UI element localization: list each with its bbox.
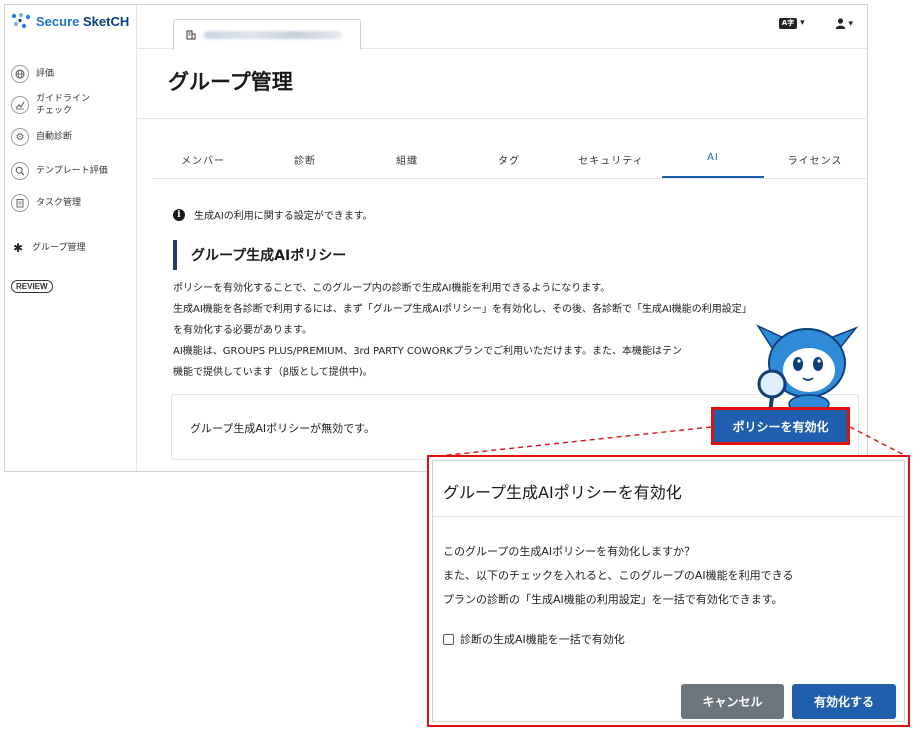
sidebar-item-guideline-check[interactable]: ガイドライン チェック: [11, 93, 90, 117]
sidebar-item-label: ガイドライン チェック: [36, 94, 91, 116]
description-line-2: 生成AI機能を各診断で利用するには、まず「グループ生成AIポリシー」を有効化し、…: [173, 304, 752, 315]
chevron-down-icon: ▾: [848, 19, 853, 29]
description-line-1: ポリシーを有効化することで、このグループ内の診断で生成AI機能を利用できるように…: [173, 283, 611, 294]
globe-icon: [11, 65, 29, 83]
logo[interactable]: Secure SketCH: [11, 13, 129, 29]
description-line-5: 機能で提供しています（β版として提供中)。: [173, 367, 373, 378]
sidebar-item-label: 評価: [36, 69, 55, 79]
chevron-down-icon: ▾: [800, 18, 805, 28]
tab-security[interactable]: セキュリティ: [560, 141, 662, 178]
logo-text: Secure SketCH: [36, 13, 130, 29]
tab-organization[interactable]: 組織: [356, 141, 458, 178]
modal-header: グループ生成AIポリシーを有効化: [433, 461, 904, 517]
modal-text-line-2: また、以下のチェックを入れると、このグループのAI機能を利用できる: [443, 569, 794, 582]
review-badge[interactable]: REVIEW: [11, 280, 53, 293]
file-tab[interactable]: [173, 19, 361, 50]
language-menu[interactable]: A字 ▾: [778, 18, 805, 29]
sidebar-item-label: グループ管理: [32, 243, 86, 253]
modal-text-line-3: プランの診断の「生成AI機能の利用設定」を一括で有効化できます。: [443, 593, 783, 606]
sidebar-item-evaluation[interactable]: 評価: [11, 65, 54, 83]
section-title: グループ生成AIポリシー: [173, 240, 346, 270]
tab-diagnosis[interactable]: 診断: [254, 141, 356, 178]
confirm-enable-button[interactable]: 有効化する: [792, 684, 896, 719]
sidebar: Secure SketCH 評価 ガイドライン チェック ⚙ 自動診断 テンプレー…: [5, 5, 137, 471]
bulk-enable-checkbox-label: 診断の生成AI機能を一括で有効化: [460, 633, 625, 646]
tab-ai[interactable]: AI: [662, 141, 764, 178]
cog-icon: ✱: [12, 241, 24, 255]
info-text: 生成AIの利用に関する設定ができます。: [194, 211, 373, 222]
sidebar-item-label: テンプレート評価: [36, 166, 108, 176]
blurred-file-name: [204, 31, 342, 39]
sidebar-item-group-management[interactable]: ✱ グループ管理: [11, 241, 86, 255]
user-icon: [835, 18, 845, 29]
chart-icon: [11, 96, 29, 114]
language-icon: A字: [778, 18, 798, 29]
sidebar-item-task-management[interactable]: タスク管理: [11, 194, 81, 212]
clipboard-icon: [11, 194, 29, 212]
tab-bar: メンバー 診断 組織 タグ セキュリティ AI ライセンス: [152, 141, 866, 179]
tab-license[interactable]: ライセンス: [764, 141, 866, 178]
modal-highlight-frame: グループ生成AIポリシーを有効化 このグループの生成AIポリシーを有効化しますか…: [427, 455, 910, 727]
gear-icon: ⚙: [11, 128, 29, 146]
tab-members[interactable]: メンバー: [152, 141, 254, 178]
user-menu[interactable]: ▾: [835, 18, 853, 29]
search-icon: [11, 162, 29, 180]
enable-policy-button[interactable]: ポリシーを有効化: [711, 407, 850, 445]
logo-icon: [11, 13, 31, 29]
bulk-enable-checkbox-row[interactable]: 診断の生成AI機能を一括で有効化: [443, 631, 625, 647]
modal-text-line-1: このグループの生成AIポリシーを有効化しますか？: [443, 545, 696, 558]
sidebar-item-auto-diagnosis[interactable]: ⚙ 自動診断: [11, 128, 72, 146]
mascot-illustration: [755, 324, 859, 414]
title-divider: [137, 118, 868, 119]
sidebar-item-label: 自動診断: [36, 132, 73, 142]
cancel-button[interactable]: キャンセル: [681, 684, 784, 719]
top-bar: A字 ▾ ▾: [138, 5, 867, 50]
building-icon: [186, 30, 196, 40]
sidebar-item-label: タスク管理: [36, 198, 82, 208]
enable-policy-modal: グループ生成AIポリシーを有効化 このグループの生成AIポリシーを有効化しますか…: [432, 460, 905, 722]
info-message: i 生成AIの利用に関する設定ができます。: [173, 207, 373, 222]
policy-status-text: グループ生成AIポリシーが無効です。: [190, 422, 376, 435]
tab-tags[interactable]: タグ: [458, 141, 560, 178]
top-icons: A字 ▾ ▾: [778, 18, 853, 29]
bulk-enable-checkbox[interactable]: [443, 633, 454, 645]
info-icon: i: [173, 208, 185, 221]
page-title: グループ管理: [168, 70, 293, 94]
description-line-4: AI機能は、GROUPS PLUS/PREMIUM、3rd PARTY COWO…: [173, 346, 682, 357]
sidebar-item-template-evaluation[interactable]: テンプレート評価: [11, 162, 108, 180]
modal-title: グループ生成AIポリシーを有効化: [443, 483, 682, 502]
description-line-3: を有効化する必要があります。: [173, 325, 312, 336]
